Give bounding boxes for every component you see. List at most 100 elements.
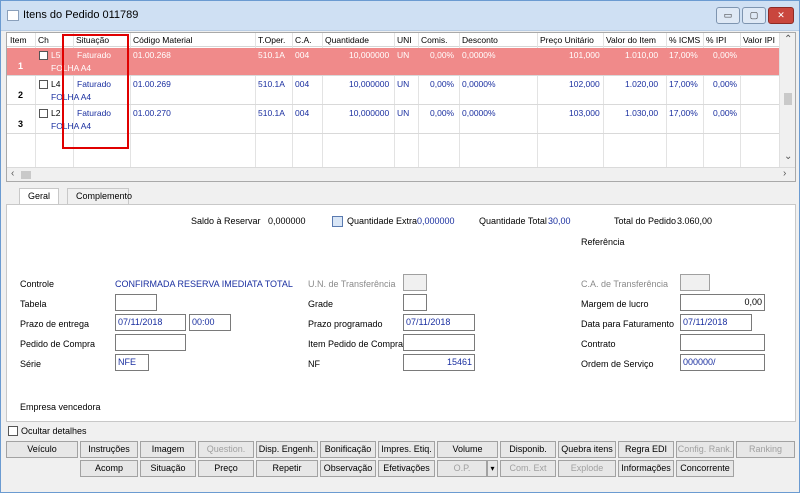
com-ext-button[interactable]: Com. Ext (500, 460, 556, 477)
scroll-up-icon[interactable]: ⌃ (784, 34, 792, 45)
pedido-compra-field[interactable] (115, 334, 186, 351)
col-ca[interactable]: C.A. (295, 35, 312, 45)
col-toper[interactable]: T.Oper. (258, 35, 285, 45)
total-pedido-label: Total do Pedido (614, 216, 677, 226)
calculator-icon[interactable] (332, 216, 343, 227)
col-ipi[interactable]: % IPI (706, 35, 726, 45)
cell-ipi: 0,00% (713, 79, 738, 89)
cell-material: 01.00.269 (133, 79, 171, 89)
op-button[interactable]: O.P. (437, 460, 487, 477)
tab-complemento[interactable]: Complemento (67, 188, 132, 204)
col-comis[interactable]: Comis. (421, 35, 447, 45)
scroll-thumb[interactable] (784, 93, 792, 105)
disp-engenh-button[interactable]: Disp. Engenh. (256, 441, 318, 458)
horizontal-scrollbar[interactable]: ‹ › (7, 167, 795, 181)
informacoes-button[interactable]: Informações (618, 460, 674, 477)
cell-toper: 510.1A (258, 50, 285, 60)
row-checkbox[interactable] (39, 109, 48, 118)
col-valor-item[interactable]: Valor do Item (606, 35, 656, 45)
instrucoes-button[interactable]: Instruções (80, 441, 138, 458)
preco-button[interactable]: Preço (198, 460, 254, 477)
col-valor-ipi[interactable]: Valor IPI (743, 35, 775, 45)
cell-ca: 004 (295, 79, 310, 89)
scroll-down-icon[interactable]: ⌄ (784, 151, 792, 162)
ocultar-detalhes-checkbox[interactable] (8, 426, 18, 436)
cell-valor: 1.030,00 (625, 108, 659, 118)
col-uni[interactable]: UNI (397, 35, 412, 45)
ocultar-detalhes-label: Ocultar detalhes (21, 426, 87, 436)
cell-desconto: 0,0000% (462, 50, 496, 60)
row-checkbox[interactable] (39, 80, 48, 89)
cell-uni: UN (397, 79, 410, 89)
data-faturamento-field[interactable]: 07/11/2018 (680, 314, 752, 331)
veiculo-button[interactable]: Veículo (6, 441, 78, 458)
qtd-total-value: 30,00 (548, 216, 571, 226)
prazo-entrega-date-field[interactable]: 07/11/2018 (115, 314, 186, 331)
imagem-button[interactable]: Imagem (140, 441, 196, 458)
bonificacao-button[interactable]: Bonificação (320, 441, 376, 458)
nf-field[interactable]: 15461 (403, 354, 475, 371)
col-preco-unitario[interactable]: Preço Unitário (540, 35, 594, 45)
data-faturamento-label: Data para Faturamento (581, 319, 675, 329)
repetir-button[interactable]: Repetir (256, 460, 318, 477)
disponib-button[interactable]: Disponib. (500, 441, 556, 458)
tabela-field[interactable] (115, 294, 157, 311)
ordem-servico-field[interactable]: 000000/ (680, 354, 765, 371)
col-desconto[interactable]: Desconto (462, 35, 498, 45)
row-number: 2 (17, 90, 23, 100)
cell-ch: L2 (51, 108, 61, 118)
cell-qtd: 10,000000 (349, 108, 390, 118)
cell-valor: 1.010,00 (625, 50, 659, 60)
impres-etiq-button[interactable]: Impres. Etiq. (378, 441, 435, 458)
situacao-highlight-box (62, 34, 129, 149)
grade-field[interactable] (403, 294, 427, 311)
col-item[interactable]: Item (10, 35, 27, 45)
situacao-button[interactable]: Situação (140, 460, 196, 477)
regra-edi-button[interactable]: Regra EDI (618, 441, 674, 458)
serie-label: Série (20, 359, 42, 369)
efetivacoes-button[interactable]: Efetivações (378, 460, 435, 477)
prazo-entrega-time-field[interactable]: 00:00 (189, 314, 231, 331)
maximize-button[interactable]: ▢ (742, 7, 766, 24)
item-pedido-field[interactable] (403, 334, 475, 351)
question-button[interactable]: Question. (198, 441, 254, 458)
observacao-button[interactable]: Observação (320, 460, 376, 477)
margem-field[interactable]: 0,00 (680, 294, 765, 311)
col-codigo-material[interactable]: Código Material (133, 35, 193, 45)
cell-material: 01.00.268 (133, 50, 171, 60)
qtd-extra-value: 0,000000 (417, 216, 455, 226)
concorrente-button[interactable]: Concorrente (676, 460, 734, 477)
vertical-scrollbar[interactable]: ⌃ ⌄ (779, 33, 795, 167)
config-rank-button[interactable]: Config. Rank. (676, 441, 734, 458)
prazo-programado-field[interactable]: 07/11/2018 (403, 314, 475, 331)
acomp-button[interactable]: Acomp (80, 460, 138, 477)
close-button[interactable]: ✕ (768, 7, 794, 24)
scroll-left-icon[interactable]: ‹ (11, 168, 14, 179)
hscroll-thumb[interactable] (21, 171, 31, 179)
tab-geral[interactable]: Geral (19, 188, 59, 205)
details-panel: Saldo à Reservar 0,000000 Quantidade Ext… (6, 204, 796, 422)
cell-icms: 17,00% (669, 50, 698, 60)
cell-material: 01.00.270 (133, 108, 171, 118)
volume-button[interactable]: Volume (437, 441, 498, 458)
op-dropdown-icon[interactable]: ▾ (487, 460, 498, 477)
qtd-extra-label: Quantidade Extra (347, 216, 418, 226)
window-icon (7, 10, 19, 21)
minimize-button[interactable]: ▭ (716, 7, 740, 24)
order-items-window: Itens do Pedido 011789 ▭ ▢ ✕ Item Ch Sit… (0, 0, 800, 493)
cell-qtd: 10,000000 (349, 50, 390, 60)
scroll-right-icon[interactable]: › (783, 168, 786, 179)
cell-toper: 510.1A (258, 108, 285, 118)
col-quantidade[interactable]: Quantidade (325, 35, 369, 45)
cell-preco: 101,000 (569, 50, 600, 60)
controle-value: CONFIRMADA RESERVA IMEDIATA TOTAL (115, 279, 293, 289)
explode-button[interactable]: Explode (558, 460, 616, 477)
ranking-button[interactable]: Ranking (736, 441, 795, 458)
contrato-field[interactable] (680, 334, 765, 351)
col-ch[interactable]: Ch (38, 35, 49, 45)
col-icms[interactable]: % ICMS (669, 35, 700, 45)
cell-comis: 0,00% (430, 108, 455, 118)
serie-field[interactable]: NFE (115, 354, 149, 371)
quebra-itens-button[interactable]: Quebra itens (558, 441, 616, 458)
row-checkbox[interactable] (39, 51, 48, 60)
